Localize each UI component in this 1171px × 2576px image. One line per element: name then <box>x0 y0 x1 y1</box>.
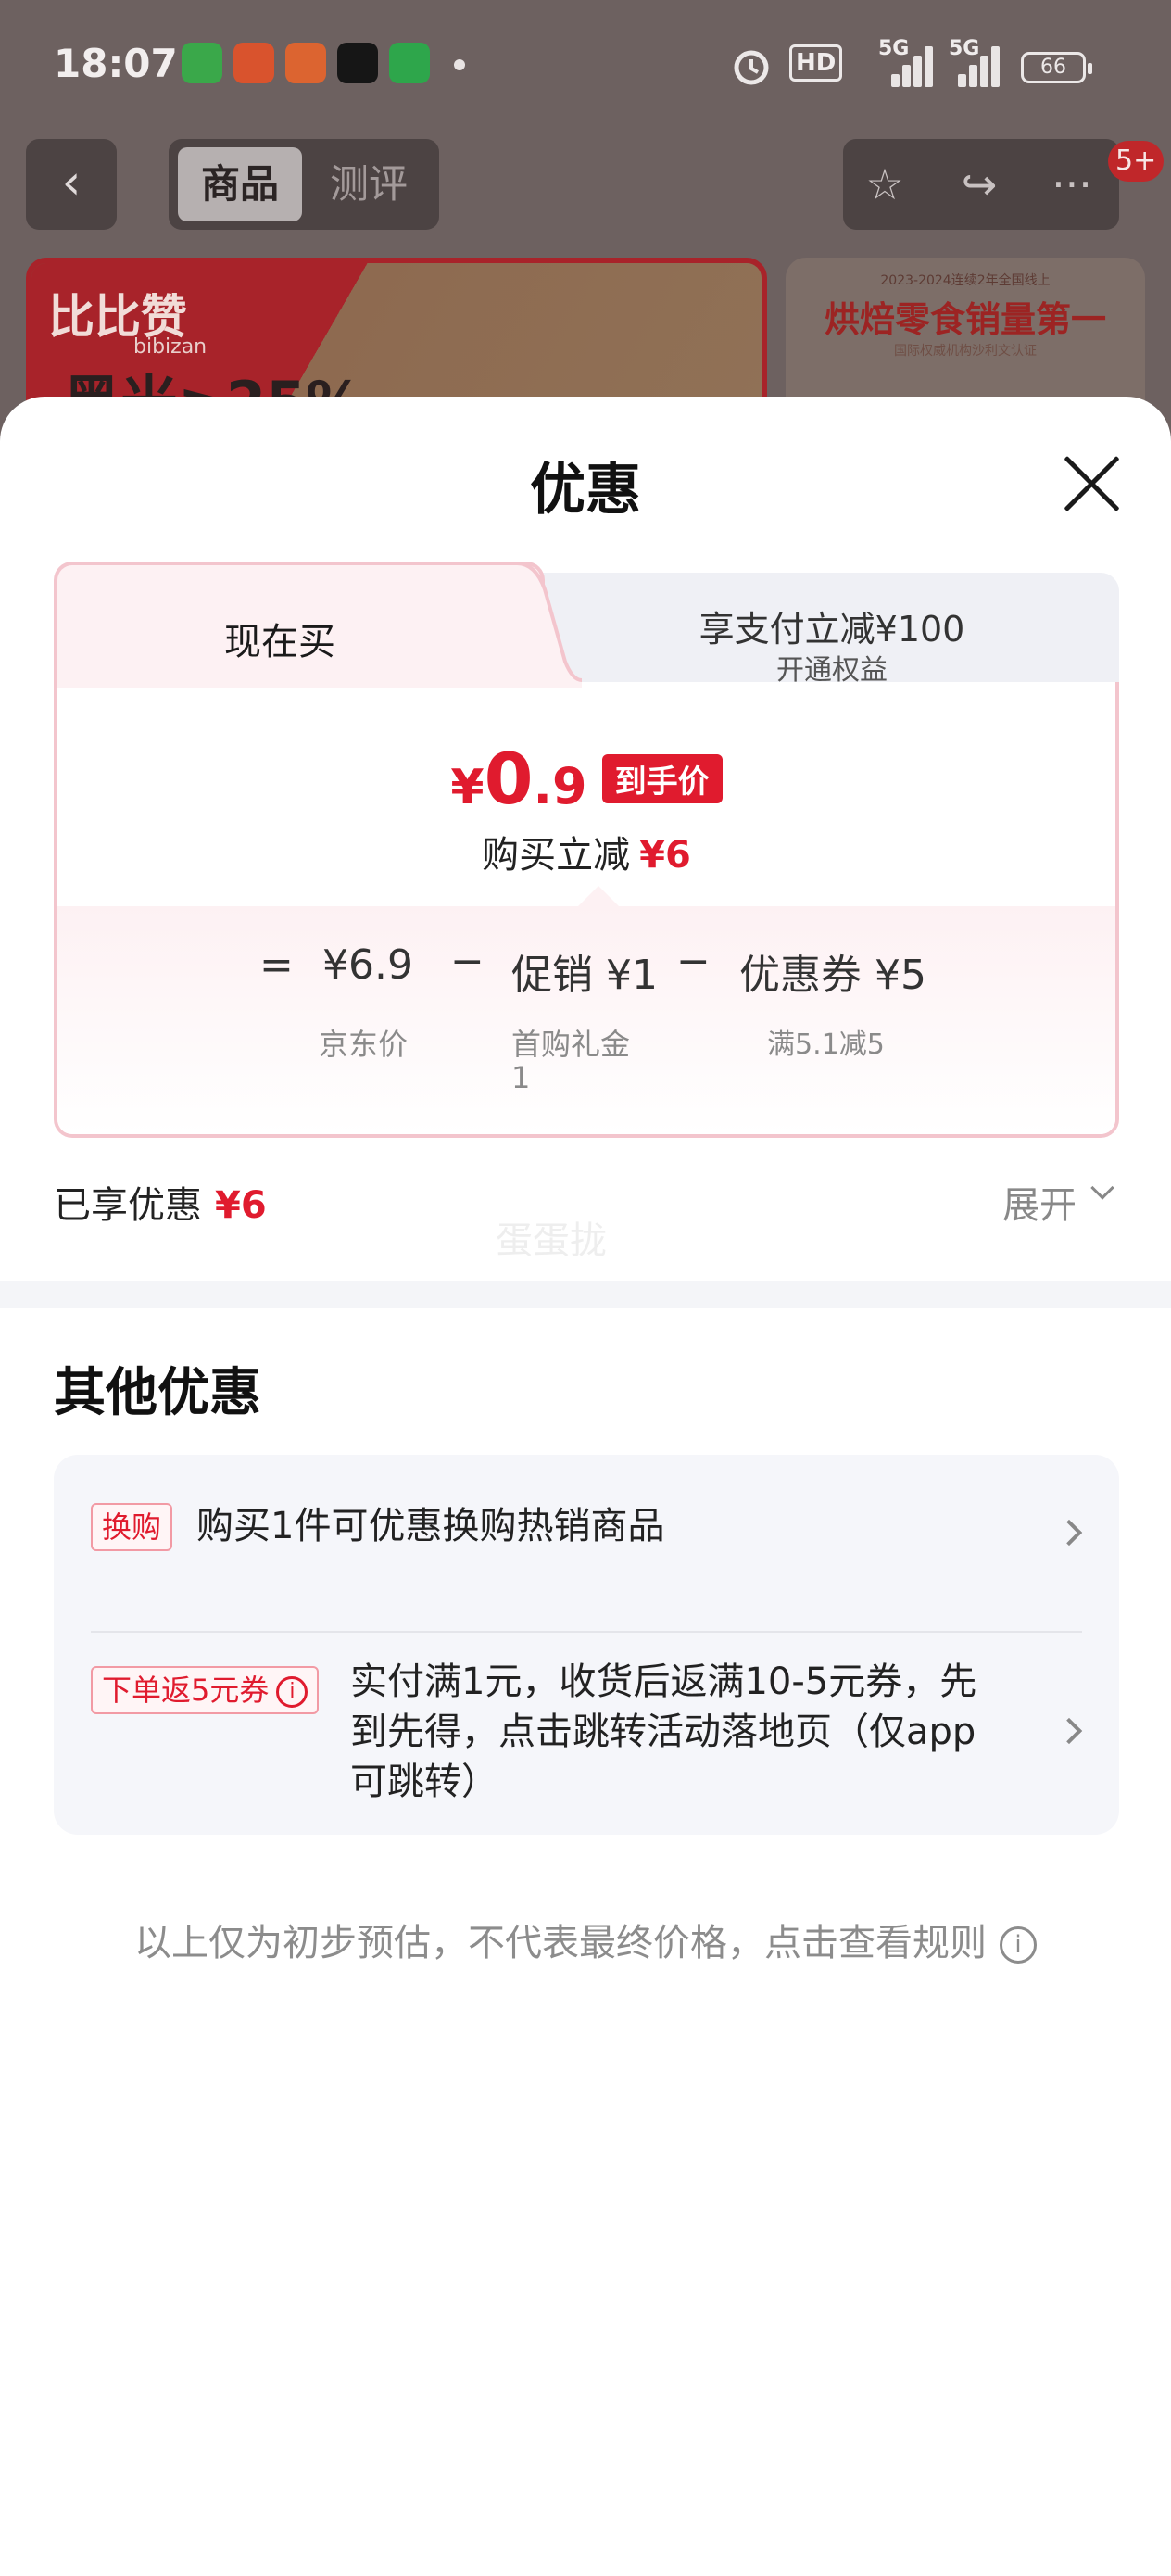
award-sub: 2023-2024连续2年全国线上 <box>880 273 1051 288</box>
product-tabs: 商品 测评 <box>169 139 439 230</box>
jd-price: ¥6.9 <box>322 941 413 989</box>
coupon-label: 满5.1减5 <box>767 1029 885 1061</box>
offer-text-coupon-line1: 实付满1元，收货后返满10-5元券，先 <box>350 1661 977 1703</box>
wechat-icon <box>182 43 222 83</box>
alarm-icon <box>734 50 769 85</box>
notification-dot <box>454 59 465 70</box>
equals-sign: = <box>259 941 294 989</box>
hd-indicator: HD <box>789 44 843 82</box>
award-note: 国际权威机构沙利文认证 <box>894 344 1037 359</box>
share-icon[interactable]: ↪ <box>947 152 1012 217</box>
notification-badge: 5+ <box>1108 141 1165 182</box>
offer-tag-exchange: 换购 <box>91 1503 173 1551</box>
award-title: 烘焙零食销量第一 <box>824 299 1106 340</box>
final-price: ¥0.9 <box>450 738 587 820</box>
promo-label: 首购礼金 <box>511 1027 631 1062</box>
reduce-label: 购买立减 <box>482 834 631 877</box>
promo-discount: 促销 ¥1 <box>511 952 658 999</box>
purchase-reduction: 购买立减 ¥6 <box>54 825 1119 878</box>
offer-text-coupon-line3: 可跳转） <box>350 1761 498 1803</box>
reduce-value: ¥6 <box>639 834 691 877</box>
other-offers-title: 其他优惠 <box>54 1363 261 1423</box>
pointer-arrow <box>578 886 619 906</box>
minus-sign-2: − <box>676 938 711 985</box>
minus-sign: − <box>450 938 485 985</box>
section-divider <box>0 1281 1171 1308</box>
close-icon[interactable] <box>1058 450 1125 517</box>
more-icon[interactable]: ··· <box>1039 152 1104 217</box>
info-icon-rules[interactable]: i <box>1000 1926 1037 1964</box>
chevron-right-icon[interactable] <box>1055 1519 1083 1547</box>
chevron-right-icon-2[interactable] <box>1055 1717 1083 1745</box>
enjoyed-discount: 已享优惠 ¥6 <box>54 1175 267 1229</box>
status-time: 18:07 <box>54 41 178 86</box>
product-nav: ‹ 商品 测评 ☆ ↪ ··· <box>0 139 1171 241</box>
watermark: 蛋蛋拢 <box>496 1219 607 1262</box>
offer-text-coupon-line2: 到先得，点击跳转活动落地页（仅app <box>350 1711 976 1753</box>
offer-tag-coupon-return: 下单返5元券 i <box>91 1666 320 1714</box>
final-price-tag: 到手价 <box>601 754 723 803</box>
tab-pay-benefit[interactable]: 享支付立减¥100 开通权益 <box>517 573 1119 687</box>
app-grid-icon <box>285 43 326 83</box>
coupon-discount: 优惠券 ¥5 <box>739 952 926 999</box>
enjoyed-value: ¥6 <box>215 1184 267 1227</box>
back-button[interactable]: ‹ <box>26 139 117 230</box>
jd-price-label: 京东价 <box>319 1027 409 1062</box>
signal-icon-2 <box>954 43 1010 87</box>
final-price-row: ¥0.9 到手价 <box>54 738 1119 830</box>
promo-label-2: 1 <box>511 1060 531 1095</box>
nav-actions: ☆ ↪ ··· <box>843 139 1119 230</box>
expand-button[interactable]: 展开 <box>1002 1175 1077 1229</box>
enjoyed-label: 已享优惠 <box>54 1184 202 1227</box>
battery-icon: 66 <box>1021 52 1092 83</box>
star-icon[interactable]: ☆ <box>852 152 917 217</box>
signal-icon <box>882 43 938 87</box>
tiktok-icon <box>337 43 378 83</box>
price-breakdown: = ¥6.9 京东价 − 促销 ¥1 首购礼金 1 − 优惠券 ¥5 满5.1减… <box>57 906 1115 1134</box>
tab-product[interactable]: 商品 <box>178 147 302 221</box>
price-card: 享支付立减¥100 开通权益 现在买 ¥0.9 到手价 购买立减 ¥6 = ¥6.9… <box>54 562 1119 1138</box>
offer-divider <box>91 1631 1082 1633</box>
info-icon[interactable]: i <box>276 1676 308 1708</box>
tab-buy-now-label: 现在买 <box>224 621 335 663</box>
tab-buy-now[interactable]: 现在买 <box>54 562 545 688</box>
chevron-down-icon[interactable] <box>1090 1176 1114 1200</box>
sheet-title: 优惠 <box>530 458 641 523</box>
tab-review[interactable]: 测评 <box>309 147 428 221</box>
tab-slope <box>517 562 582 688</box>
rules-footnote[interactable]: 以上仅为初步预估，不代表最终价格，点击查看规则 i <box>0 1913 1171 1966</box>
offer-text-exchange: 购买1件可优惠换购热销商品 <box>196 1505 665 1547</box>
discount-sheet: 优惠 享支付立减¥100 开通权益 现在买 ¥0.9 到手价 购买立减 ¥6 = ¥… <box>0 397 1171 2576</box>
status-bar: 18:07 HD 5G 5G 66 <box>0 0 1171 139</box>
message-icon <box>389 43 430 83</box>
rules-footnote-text: 以上仅为初步预估，不代表最终价格，点击查看规则 <box>134 1922 987 1964</box>
other-offers-list: 换购 购买1件可优惠换购热销商品 下单返5元券 i 实付满1元，收货后返满10-5… <box>54 1455 1119 1835</box>
video-player-icon <box>233 43 274 83</box>
tab-pay-title: 享支付立减¥100 <box>699 609 965 650</box>
